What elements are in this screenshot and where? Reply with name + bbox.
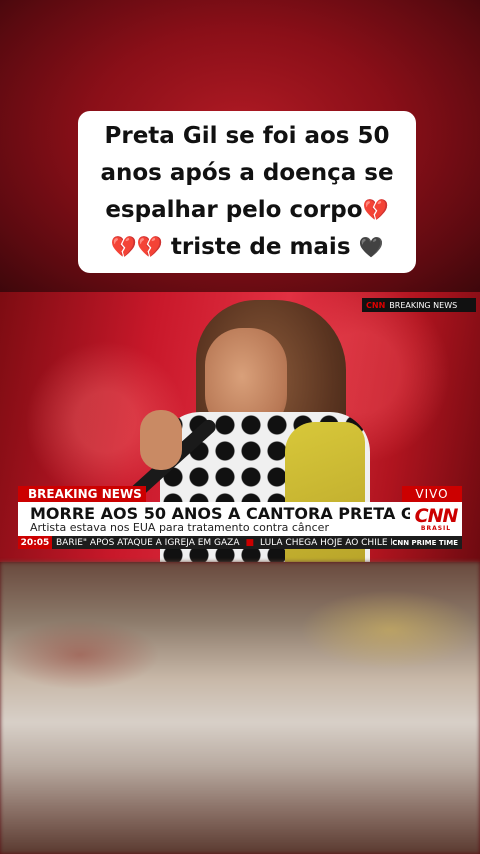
black-heart-icon: 🖤 xyxy=(358,235,384,259)
ticker-separator-icon: ■ xyxy=(245,537,255,548)
news-ticker: 20:05 BÁRIE" APÓS ATAQUE À IGREJA EM GAZ… xyxy=(18,536,462,549)
live-tag: VIVO xyxy=(402,486,462,502)
top-breaking-badge: CNN BREAKING NEWS xyxy=(362,298,476,312)
caption-line-4-text: triste de mais xyxy=(162,234,359,260)
ticker-time: 20:05 xyxy=(18,536,52,549)
video-player[interactable]: CNN BREAKING NEWS BREAKING NEWS VIVO MOR… xyxy=(0,292,480,562)
ticker-program: CNN PRIME TIME xyxy=(392,538,458,547)
broken-hearts-icon: 💔💔 xyxy=(110,235,163,259)
singer-hand xyxy=(140,410,182,470)
broken-heart-icon: 💔 xyxy=(362,198,389,222)
subheadline: Artista estava nos EUA para tratamento c… xyxy=(30,521,329,534)
blur-highlight-1 xyxy=(300,590,480,670)
caption-line-4: 💔💔 triste de mais 🖤 xyxy=(111,229,384,266)
cnn-logo-subtext: BRASIL xyxy=(420,524,452,532)
caption-line-3-text: espalhar pelo corpo xyxy=(105,197,363,223)
ticker-scroll: BÁRIE" APÓS ATAQUE À IGREJA EM GAZA ■ LULA… xyxy=(52,538,392,548)
lower-third: BREAKING NEWS VIVO MORRE AOS 50 ANOS A C… xyxy=(0,486,480,562)
ticker-item-2: LULA CHEGA HOJE AO CHILE P xyxy=(260,537,393,548)
breaking-news-tag: BREAKING NEWS xyxy=(18,486,146,502)
caption-line-2: anos após a doença se xyxy=(100,160,394,186)
cnn-brasil-logo: CNN BRASIL xyxy=(410,502,462,536)
cnn-logo-text: CNN xyxy=(414,504,459,527)
cnn-mini-logo: CNN xyxy=(366,300,386,310)
blur-highlight-2 xyxy=(0,620,160,690)
caption-line-1: Preta Gil se foi aos 50 xyxy=(104,123,390,149)
caption-box: Preta Gil se foi aos 50 anos após a doen… xyxy=(78,111,416,273)
top-breaking-label: BREAKING NEWS xyxy=(389,300,458,310)
ticker-item-1: BÁRIE" APÓS ATAQUE À IGREJA EM GAZA xyxy=(56,537,240,548)
headline-box: MORRE AOS 50 ANOS A CANTORA PRETA GIL Ar… xyxy=(18,502,430,536)
caption-line-3: espalhar pelo corpo💔 xyxy=(105,192,388,229)
